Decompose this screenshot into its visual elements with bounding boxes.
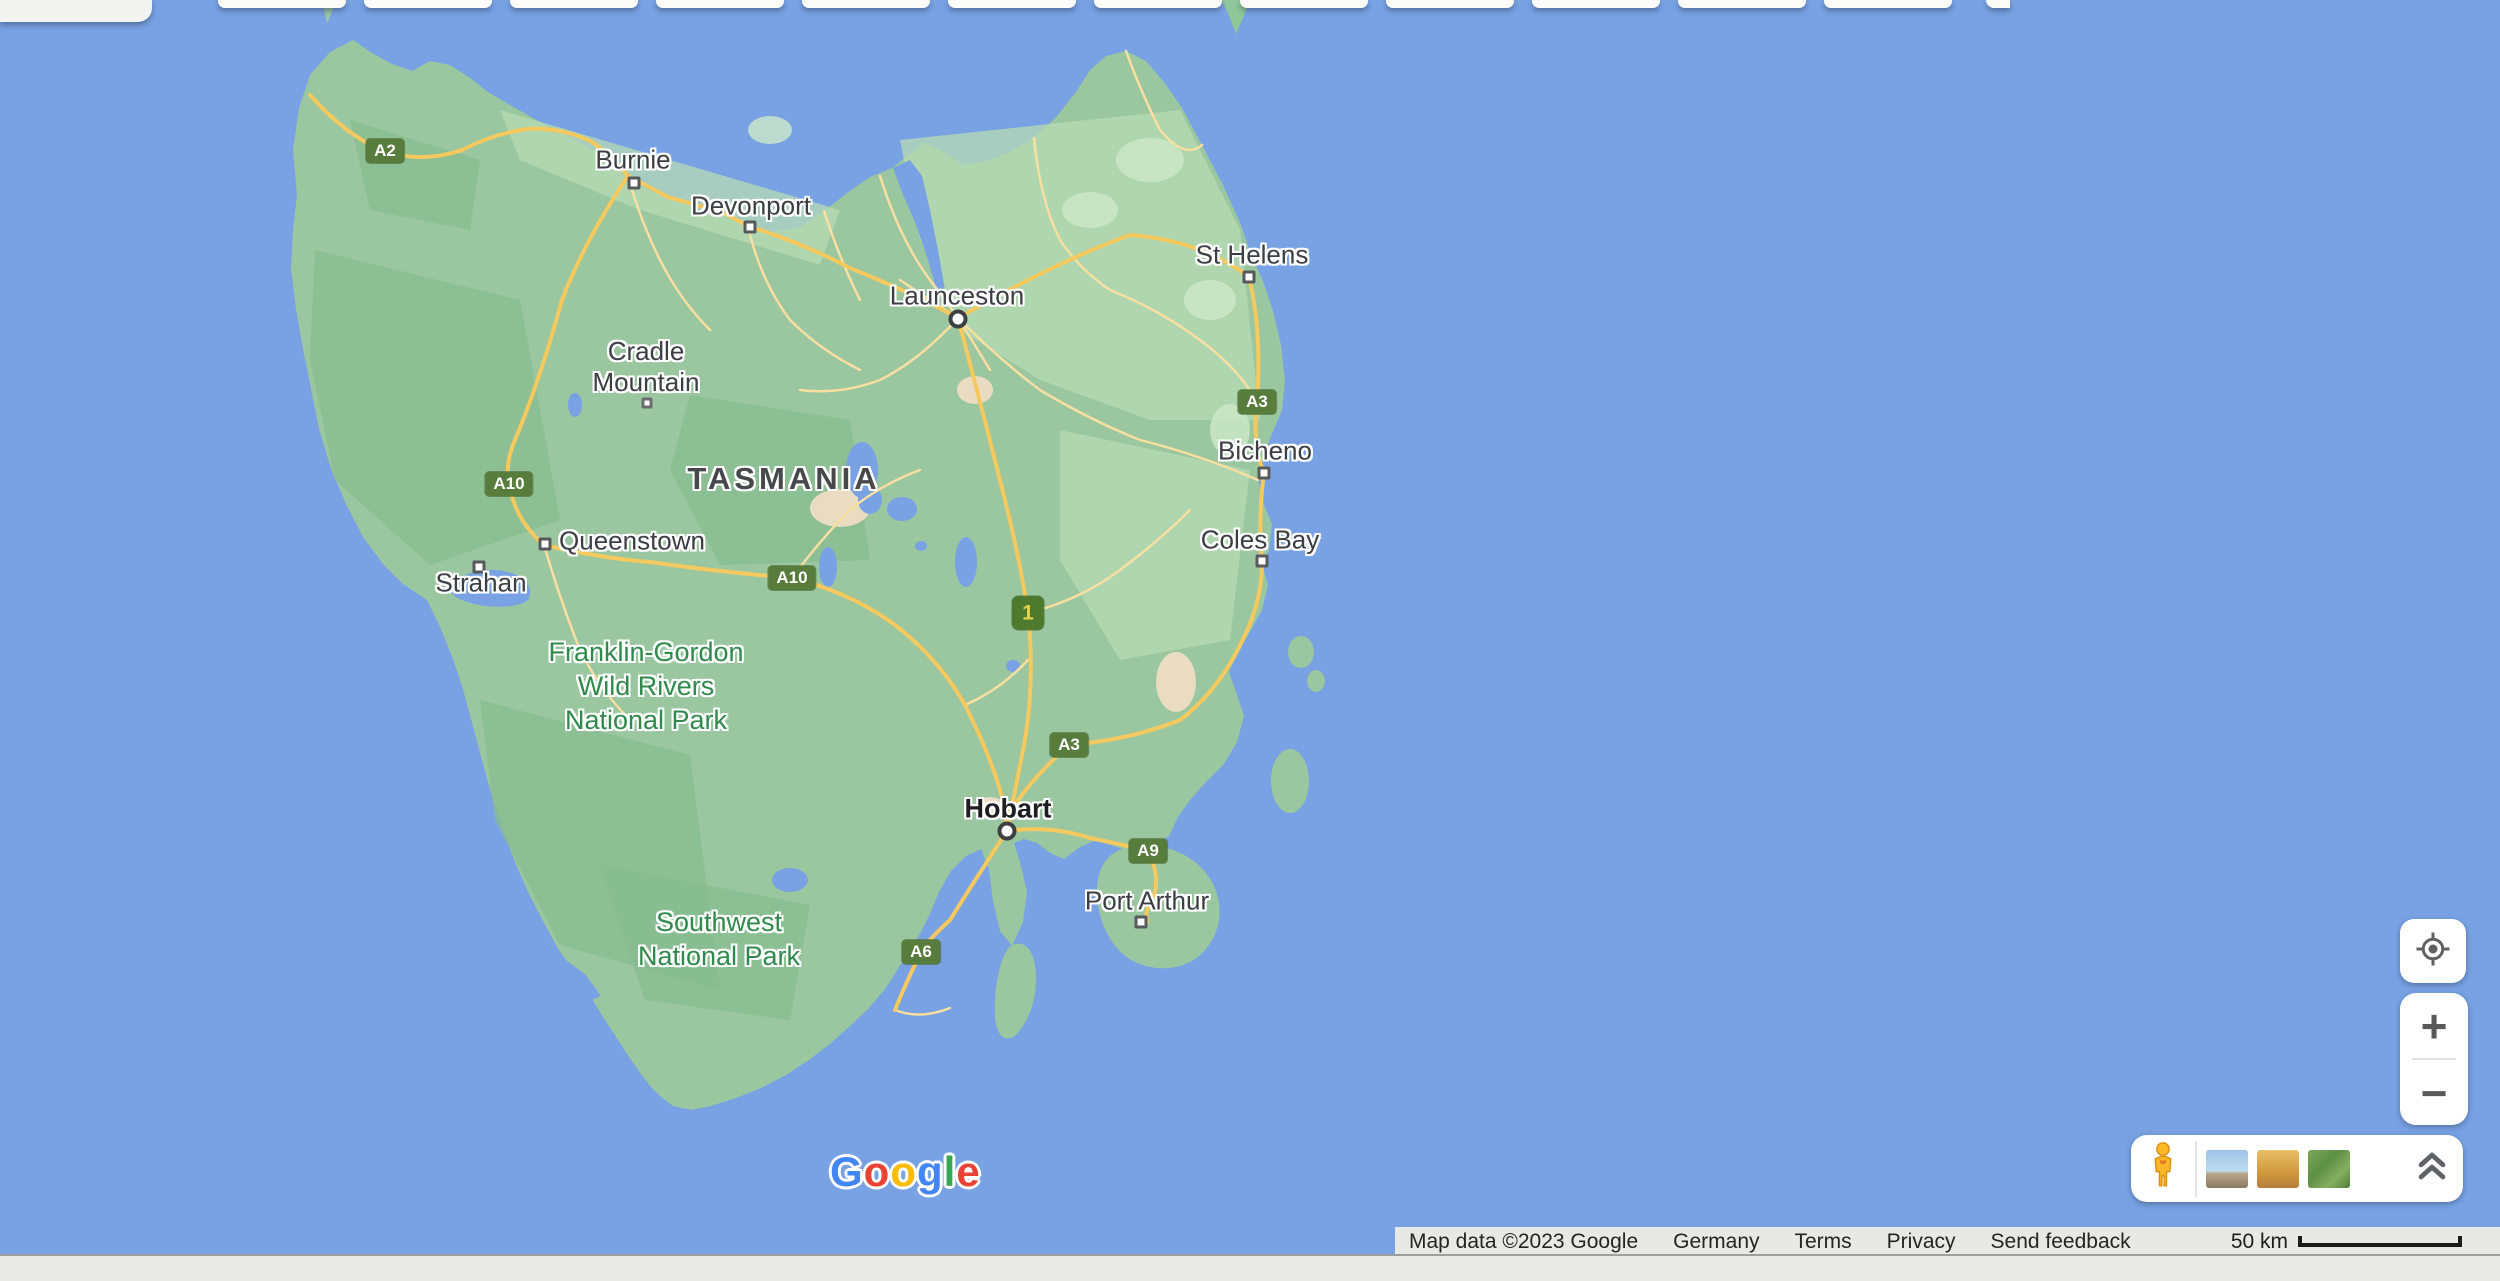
google-logo-letter: o	[890, 1148, 917, 1195]
route-badge-a3-1: A3	[1238, 390, 1276, 414]
top-card-strip-8[interactable]	[1386, 0, 1514, 8]
layer-thumbnail-aerial[interactable]	[2308, 1150, 2350, 1188]
route-badge-a6-7: A6	[902, 940, 940, 964]
map-label-coles-bay: Coles Bay	[1201, 525, 1320, 556]
zoom-in-button[interactable]: +	[2400, 993, 2468, 1058]
scale-ruler	[2298, 1236, 2462, 1247]
google-logo-letter: l	[944, 1148, 957, 1195]
top-card-strip-3[interactable]	[656, 0, 784, 8]
my-location-icon	[2415, 931, 2451, 972]
attribution-bar: Map data ©2023 Google Germany Terms Privacy…	[1395, 1227, 2500, 1256]
google-logo-letter: o	[864, 1148, 891, 1195]
top-card-strip-6[interactable]	[1094, 0, 1222, 8]
layers-divider	[2195, 1141, 2197, 1197]
map-label-franklin-gordon-np: Franklin-GordonWild RiversNational Park	[548, 635, 743, 737]
town-marker-bicheno	[1258, 467, 1271, 480]
attribution-privacy[interactable]: Privacy	[1887, 1230, 1956, 1254]
pegman-control[interactable]	[2131, 1142, 2195, 1195]
route-badge-a10-3: A10	[768, 566, 815, 590]
top-card-strip-0[interactable]	[218, 0, 346, 8]
attribution-germany[interactable]: Germany	[1673, 1230, 1759, 1254]
map-label-tasmania: TASMANIA	[687, 461, 880, 497]
zoom-control: + −	[2400, 993, 2468, 1125]
top-card-fragment[interactable]	[1986, 0, 2010, 8]
plus-icon: +	[2421, 999, 2448, 1053]
google-maps-viewport: Burnie Devonport St Helens Launceston Cradle…	[0, 0, 2500, 1281]
top-card-strip-7[interactable]	[1240, 0, 1368, 8]
top-card-strip-10[interactable]	[1678, 0, 1806, 8]
layer-thumbnail-coast[interactable]	[2206, 1150, 2248, 1188]
minus-icon: −	[2421, 1066, 2448, 1120]
map-label-devonport: Devonport	[691, 191, 811, 222]
scale-label: 50 km	[2231, 1230, 2288, 1254]
scale-bar: 50 km	[2231, 1230, 2500, 1254]
town-marker-cradle-mountain	[642, 398, 653, 409]
town-marker-st-helens	[1243, 271, 1256, 284]
my-location-button[interactable]	[2400, 919, 2466, 983]
google-logo-letter: g	[917, 1148, 944, 1195]
route-badge-a3-5: A3	[1050, 733, 1088, 757]
attribution-send-feedback[interactable]: Send feedback	[1991, 1230, 2131, 1254]
route-badge-a10-2: A10	[485, 472, 532, 496]
layer-thumbnail-field[interactable]	[2257, 1150, 2299, 1188]
map-label-st-helens: St Helens	[1196, 240, 1309, 271]
town-marker-queenstown	[539, 538, 552, 551]
map-label-cradle-mountain: CradleMountain	[593, 336, 700, 398]
top-card-strip-1[interactable]	[364, 0, 492, 8]
town-marker-launceston	[949, 310, 968, 329]
pegman-icon	[2148, 1142, 2178, 1195]
map-canvas[interactable]	[0, 0, 2500, 1281]
top-left-card[interactable]	[0, 0, 152, 22]
town-marker-devonport	[744, 221, 757, 234]
town-marker-port-arthur	[1135, 916, 1148, 929]
attribution-terms[interactable]: Terms	[1795, 1230, 1852, 1254]
top-card-strip-5[interactable]	[948, 0, 1076, 8]
map-label-burnie: Burnie	[595, 145, 670, 176]
top-card-strip-11[interactable]	[1824, 0, 1952, 8]
window-bottom-strip	[0, 1254, 2500, 1281]
map-label-strahan: Strahan	[435, 568, 526, 599]
map-label-southwest-np: SouthwestNational Park	[638, 905, 800, 973]
top-card-strip-2[interactable]	[510, 0, 638, 8]
google-logo-letter: G	[830, 1148, 864, 1195]
top-card-strip-4[interactable]	[802, 0, 930, 8]
google-logo-letter: e	[956, 1148, 980, 1195]
map-label-launceston: Launceston	[890, 281, 1024, 312]
map-label-bicheno: Bicheno	[1218, 436, 1312, 467]
attribution-map-data: Map data ©2023 Google	[1409, 1230, 1638, 1254]
collapse-button[interactable]	[2415, 1151, 2449, 1186]
google-logo-watermark[interactable]: Google	[830, 1148, 981, 1196]
town-marker-burnie	[628, 177, 641, 190]
route-badge-a2-0: A2	[366, 139, 404, 163]
layers-bar	[2131, 1135, 2463, 1202]
map-label-queenstown: Queenstown	[559, 526, 705, 557]
route-badge-1-4: 1	[1013, 597, 1044, 630]
route-badge-a9-6: A9	[1129, 839, 1167, 863]
double-chevron-up-icon	[2415, 1151, 2449, 1186]
attribution-items: Map data ©2023 Google Germany Terms Privacy…	[1409, 1230, 2166, 1254]
top-card-strip-9[interactable]	[1532, 0, 1660, 8]
map-label-hobart: Hobart	[965, 794, 1052, 825]
town-marker-coles-bay	[1256, 555, 1269, 568]
zoom-out-button[interactable]: −	[2400, 1060, 2468, 1125]
map-label-port-arthur: Port Arthur	[1085, 886, 1209, 917]
